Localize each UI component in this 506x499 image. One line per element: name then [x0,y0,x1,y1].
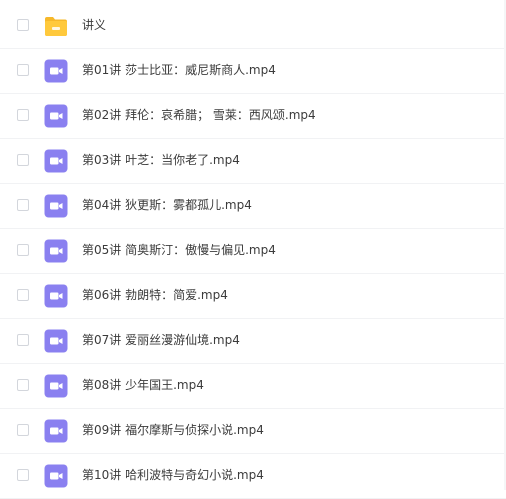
file-row[interactable]: 第09讲 福尔摩斯与侦探小说.mp4 [0,409,506,454]
file-row[interactable]: 第07讲 爱丽丝漫游仙境.mp4 [0,319,506,364]
row-checkbox[interactable] [17,289,29,301]
file-name[interactable]: 第01讲 莎士比亚：威尼斯商人.mp4 [82,49,276,92]
row-checkbox[interactable] [17,334,29,346]
row-checkbox[interactable] [17,199,29,211]
row-checkbox[interactable] [17,154,29,166]
file-name[interactable]: 讲义 [82,4,106,47]
file-row[interactable]: 第05讲 简奥斯汀：傲慢与偏见.mp4 [0,229,506,274]
row-checkbox[interactable] [17,19,29,31]
file-row[interactable]: 第04讲 狄更斯：雾都孤儿.mp4 [0,184,506,229]
video-file-icon [44,329,68,353]
file-name[interactable]: 第06讲 勃朗特：简爱.mp4 [82,274,228,317]
video-file-icon [44,239,68,263]
file-row[interactable]: 第10讲 哈利波特与奇幻小说.mp4 [0,454,506,499]
file-list: 讲义 第01讲 莎士比亚：威尼斯商人.mp4 第02讲 拜伦：哀希腊； 雪莱：西风颂… [0,0,506,499]
file-name[interactable]: 第09讲 福尔摩斯与侦探小说.mp4 [82,409,264,452]
video-file-icon [44,374,68,398]
file-row[interactable]: 第01讲 莎士比亚：威尼斯商人.mp4 [0,49,506,94]
video-file-icon [44,104,68,128]
file-name[interactable]: 第05讲 简奥斯汀：傲慢与偏见.mp4 [82,229,276,272]
file-name[interactable]: 第07讲 爱丽丝漫游仙境.mp4 [82,319,240,362]
row-checkbox[interactable] [17,469,29,481]
file-name[interactable]: 第02讲 拜伦：哀希腊； 雪莱：西风颂.mp4 [82,94,316,137]
file-row[interactable]: 第06讲 勃朗特：简爱.mp4 [0,274,506,319]
folder-icon [44,14,68,38]
file-name[interactable]: 第03讲 叶芝：当你老了.mp4 [82,139,240,182]
file-name[interactable]: 第08讲 少年国王.mp4 [82,364,204,407]
video-file-icon [44,149,68,173]
file-name[interactable]: 第10讲 哈利波特与奇幻小说.mp4 [82,454,264,497]
file-row[interactable]: 第02讲 拜伦：哀希腊； 雪莱：西风颂.mp4 [0,94,506,139]
row-checkbox[interactable] [17,64,29,76]
row-checkbox[interactable] [17,244,29,256]
video-file-icon [44,59,68,83]
row-checkbox[interactable] [17,424,29,436]
row-checkbox[interactable] [17,109,29,121]
folder-row[interactable]: 讲义 [0,4,506,49]
video-file-icon [44,419,68,443]
file-row[interactable]: 第08讲 少年国王.mp4 [0,364,506,409]
video-file-icon [44,194,68,218]
file-name[interactable]: 第04讲 狄更斯：雾都孤儿.mp4 [82,184,252,227]
video-file-icon [44,464,68,488]
row-checkbox[interactable] [17,379,29,391]
video-file-icon [44,284,68,308]
file-row[interactable]: 第03讲 叶芝：当你老了.mp4 [0,139,506,184]
